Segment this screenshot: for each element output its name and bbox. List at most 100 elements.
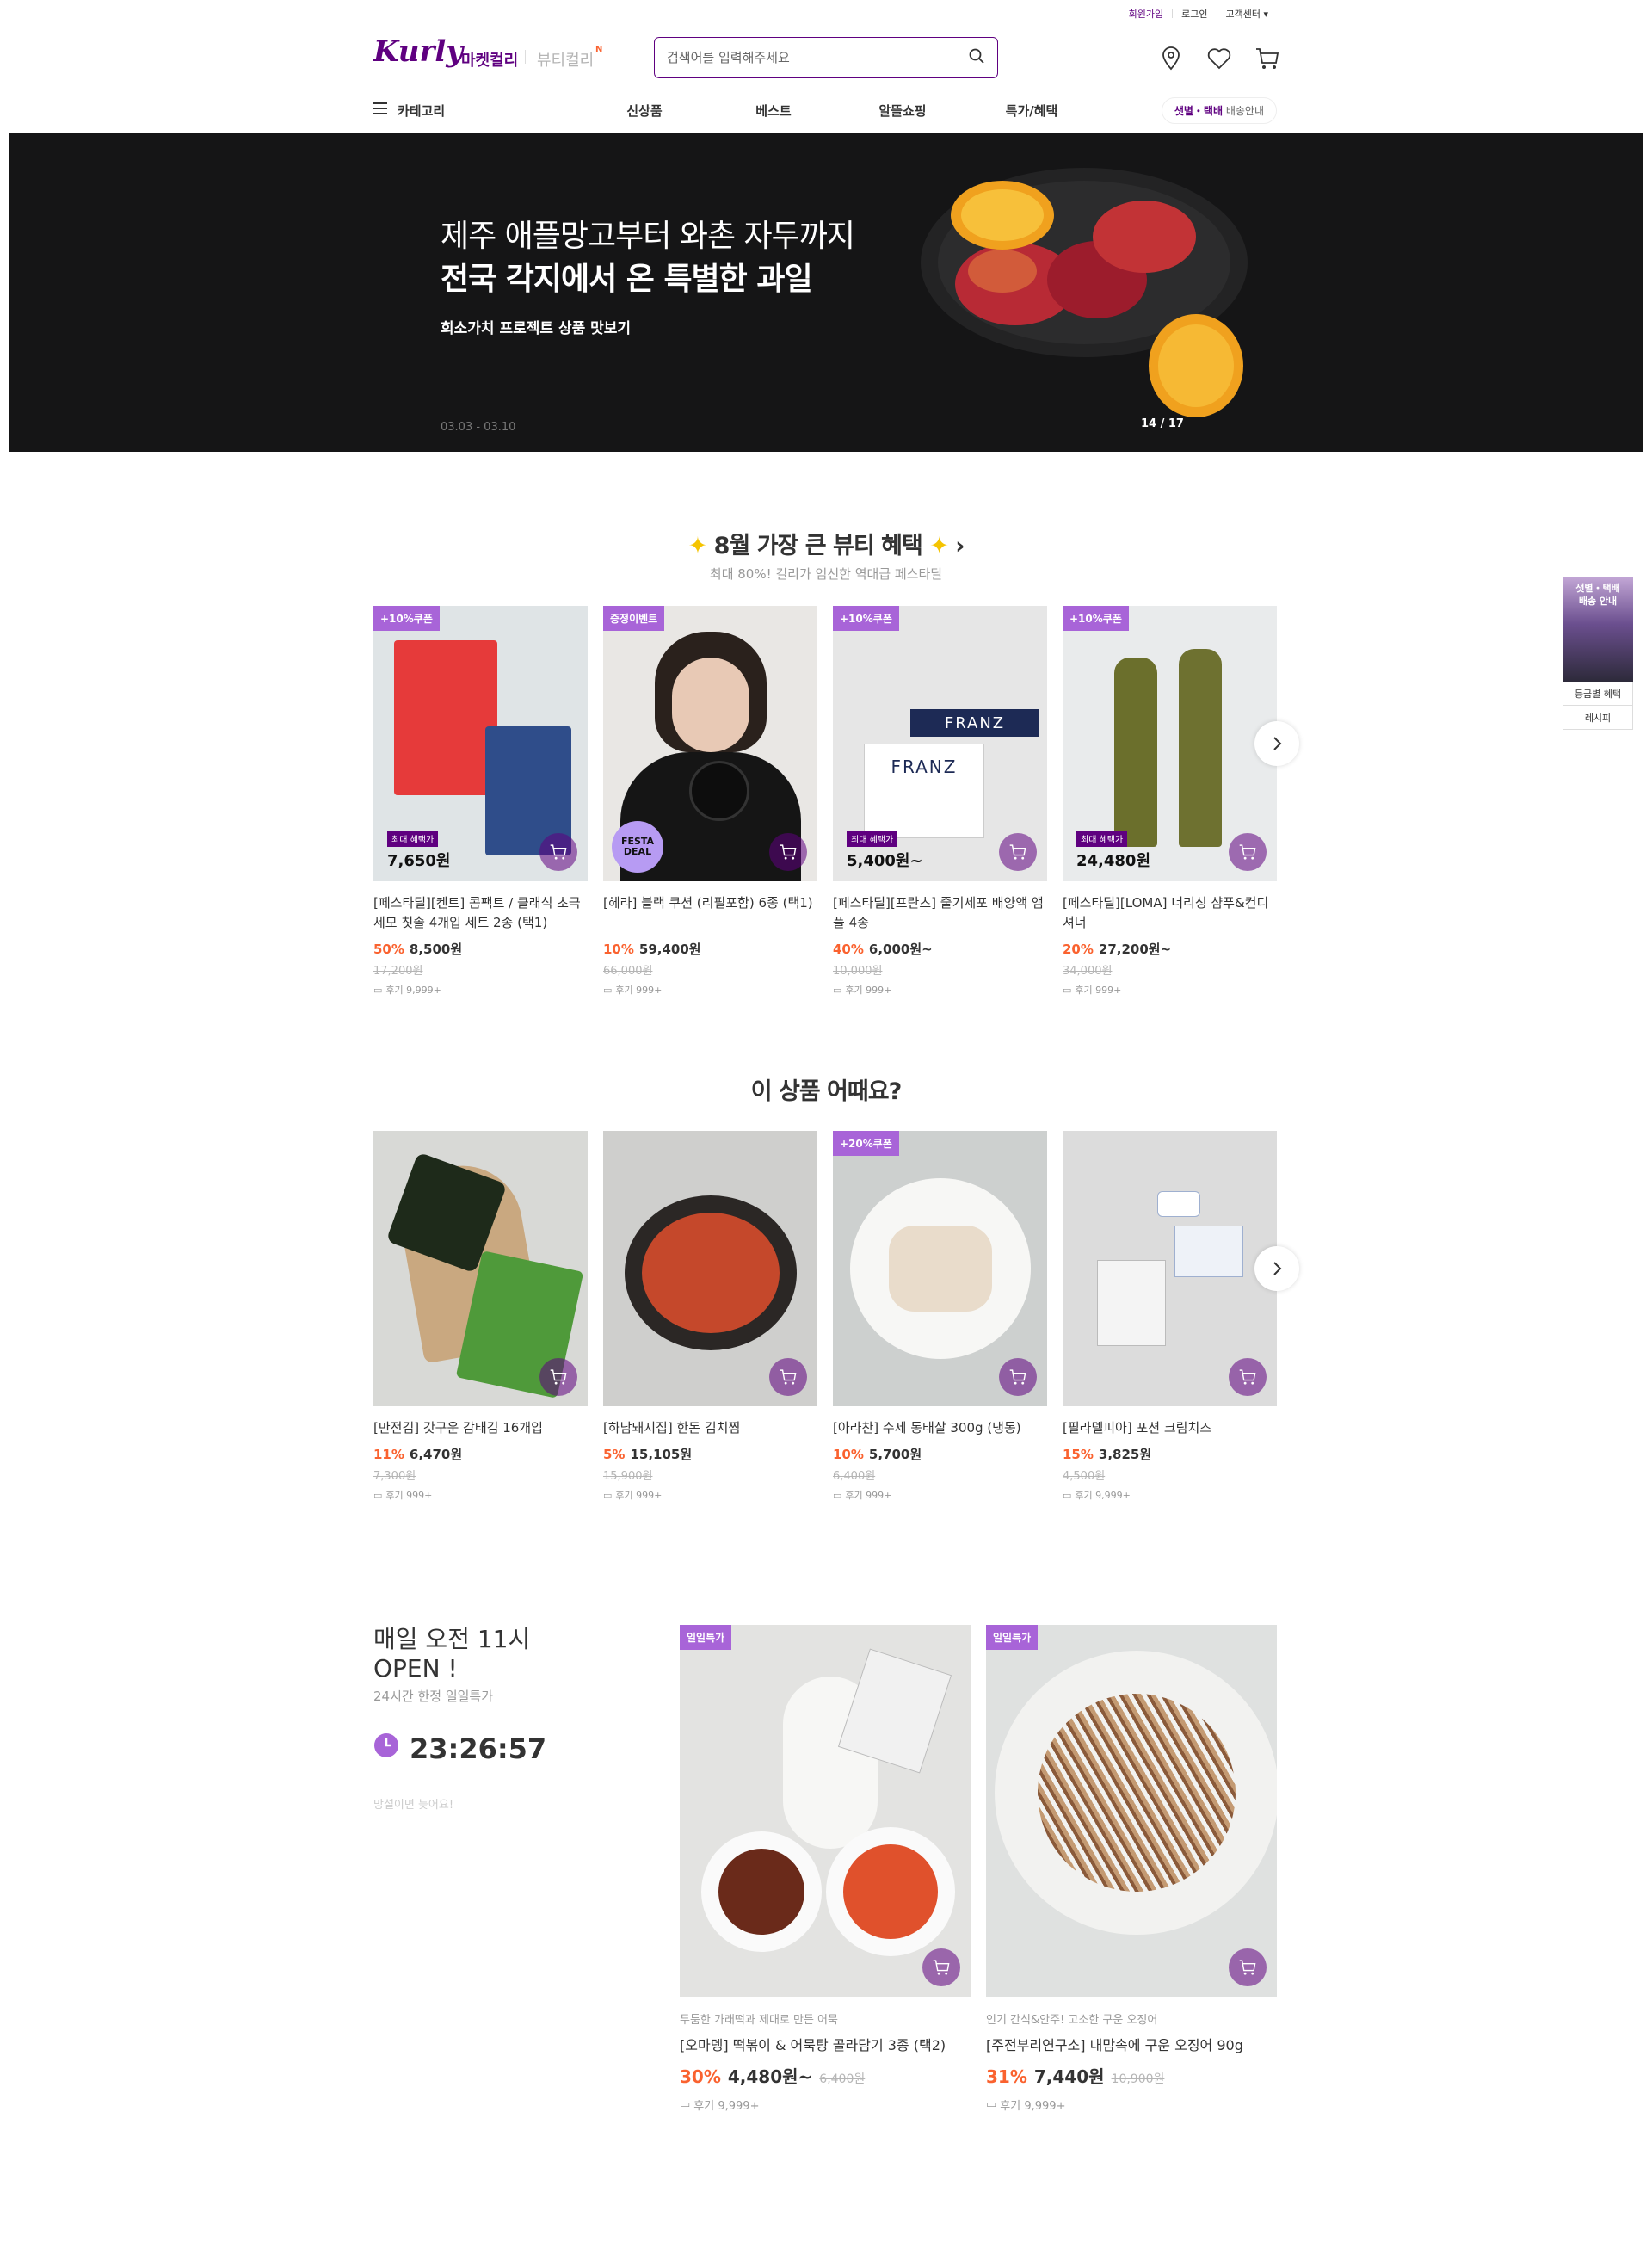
product-name[interactable]: [페스타딜][프란츠] 줄기세포 배양액 앰플 4종 [833,893,1047,933]
recommend-product-row: [만전김] 갓구운 감태김 16개입 11% 6,470원 7,300원 ▭ 후기 … [373,1131,1277,1502]
product-name[interactable]: [페스타딜][켄트] 콤팩트 / 클래식 초극세모 칫솔 4개입 세트 2종 (… [373,893,588,933]
add-to-cart-button[interactable] [1229,833,1267,871]
add-to-cart-button[interactable] [999,833,1037,871]
customer-center-link[interactable]: 고객센터 ▾ [1217,7,1278,21]
category-menu[interactable]: 카테고리 [373,102,580,120]
nav-item-new[interactable]: 신상품 [580,102,709,120]
nav-item-special[interactable]: 특가/혜택 [967,102,1096,120]
mango-image [921,168,1248,417]
discount-rate: 10% [833,1447,864,1462]
product-name[interactable]: [페스타딜][LOMA] 너리싱 샴푸&컨디셔너 [1063,893,1277,933]
original-price: 7,300원 [373,1470,416,1483]
benefit-price-tag: 최대 혜택가 24,480원 [1076,830,1150,871]
market-kurly-tab[interactable]: 마켓컬리 [461,48,518,71]
review-count: ▭ 후기 9,999+ [373,983,588,997]
comment-icon: ▭ [986,2098,997,2111]
beauty-kurly-tab[interactable]: 뷰티컬리 [537,48,594,71]
product-name[interactable]: [주전부리연구소] 내맘속에 구운 오징어 90g [986,2034,1277,2054]
kurly-logo[interactable]: Kurly [373,34,463,69]
review-text: 후기 999+ [845,1490,892,1501]
search-input[interactable] [667,50,968,65]
location-icon[interactable] [1156,43,1187,74]
original-price: 10,000원 [833,965,883,978]
next-arrow-button[interactable] [1254,1246,1299,1291]
product-card[interactable]: FRANZ FRANZ +10%쿠폰 최대 혜택가 5,400원~ [페스타딜]… [833,606,1047,997]
product-image[interactable]: FRANZ FRANZ +10%쿠폰 최대 혜택가 5,400원~ [833,606,1047,881]
add-to-cart-button[interactable] [769,1358,807,1396]
search-icon[interactable] [968,47,985,68]
delivery-info-button[interactable]: 샛별・택배 배송안내 [1161,96,1277,124]
product-name[interactable]: [아라찬] 수제 동태살 300g (냉동) [833,1418,1047,1438]
recipe-button[interactable]: 레시피 [1563,706,1633,730]
product-image[interactable]: +10%쿠폰 최대 혜택가 24,480원 [1063,606,1277,881]
add-to-cart-button[interactable] [1229,1948,1267,1986]
add-to-cart-button[interactable] [999,1358,1037,1396]
nav-item-best[interactable]: 베스트 [709,102,838,120]
product-name[interactable]: [만전김] 갓구운 감태김 16개입 [373,1418,588,1438]
recommend-section-title: 이 상품 어때요? [750,1078,903,1105]
signup-link[interactable]: 회원가입 [1120,7,1172,21]
product-card[interactable]: [만전김] 갓구운 감태김 16개입 11% 6,470원 7,300원 ▭ 후기 … [373,1131,588,1502]
banner-date: 03.03 - 03.10 [441,421,516,434]
main-banner[interactable]: 제주 애플망고부터 와촌 자두까지 전국 각지에서 온 특별한 과일 희소가치 … [9,133,1643,452]
product-card[interactable]: [하남돼지집] 한돈 김치찜 5% 15,105원 15,900원 ▭ 후기 999… [603,1131,817,1502]
product-caption: 인기 간식&안주! 고소한 구운 오징어 [986,2014,1158,2027]
next-arrow-button[interactable] [1254,721,1299,766]
add-to-cart-button[interactable] [1229,1358,1267,1396]
delivery-guide-banner[interactable]: 샛별・택배 배송 안내 [1563,577,1633,682]
product-name[interactable]: [필라델피아] 포션 크림치즈 [1063,1418,1277,1438]
cart-icon[interactable] [1252,43,1283,74]
product-image[interactable]: 일일특가 [986,1625,1277,1997]
discount-rate: 31% [986,2066,1027,2087]
product-image[interactable] [1063,1131,1277,1406]
review-count: ▭ 후기 999+ [1063,983,1277,997]
product-card[interactable]: +10%쿠폰 최대 혜택가 24,480원 [페스타딜][LOMA] 너리싱 샴… [1063,606,1277,997]
festa-deal-badge: FESTA DEAL [612,821,663,873]
dried-squid [1038,1694,1236,1892]
product-card[interactable]: FESTA DEAL 증정이벤트 [헤라] 블랙 쿠션 (리필포함) 6종 (택… [603,606,817,997]
daily-badge: 일일특가 [680,1625,732,1650]
nav-menu: 신상품 베스트 알뜰쇼핑 특가/혜택 [580,102,1096,120]
add-to-cart-button[interactable] [539,833,577,871]
product-card[interactable]: [필라델피아] 포션 크림치즈 15% 3,825원 4,500원 ▭ 후기 9,9… [1063,1131,1277,1502]
add-to-cart-button[interactable] [769,833,807,871]
comment-icon: ▭ [1063,984,1072,996]
review-count: ▭ 후기 999+ [833,983,1047,997]
search-box [654,37,998,78]
product-image[interactable]: FESTA DEAL 증정이벤트 [603,606,817,881]
beauty-section-title[interactable]: ✦ 8월 가장 큰 뷰티 혜택 ✦ › [0,527,1652,560]
daily-product-card[interactable]: 일일특가 두툼한 가래떡과 제대로 만든 어묵 [오마뎅] 떡볶이 & 어묵탕 … [680,1625,971,2113]
daily-deal-title: 매일 오전 11시 OPEN ! [373,1625,530,1683]
grade-benefit-button[interactable]: 등급별 혜택 [1563,682,1633,706]
product-name[interactable]: [하남돼지집] 한돈 김치찜 [603,1418,817,1438]
review-count: ▭ 후기 999+ [833,1488,1047,1502]
benefit-label: 최대 혜택가 [847,831,898,847]
product-image[interactable]: +10%쿠폰 최대 혜택가 7,650원 [373,606,588,881]
heart-icon[interactable] [1204,43,1235,74]
product-card[interactable]: +20%쿠폰 [아라찬] 수제 동태살 300g (냉동) 10% 5,700원 … [833,1131,1047,1502]
benefit-price-tag: 최대 혜택가 5,400원~ [847,830,923,871]
product-image[interactable] [373,1131,588,1406]
discount-rate: 40% [833,942,864,957]
discount-rate: 15% [1063,1447,1094,1462]
product-name[interactable]: [오마뎅] 떡볶이 & 어묵탕 골라담기 3종 (택2) [680,2034,971,2054]
tteokbokki-sauce [718,1849,804,1935]
product-image[interactable]: 일일특가 [680,1625,971,1997]
review-text: 후기 999+ [615,1490,663,1501]
product-card[interactable]: +10%쿠폰 최대 혜택가 7,650원 [페스타딜][켄트] 콤팩트 / 클래… [373,606,588,997]
daily-title-line2: OPEN ! [373,1654,458,1683]
add-to-cart-button[interactable] [922,1948,960,1986]
product-image[interactable]: +20%쿠폰 [833,1131,1047,1406]
daily-product-card[interactable]: 일일특가 인기 간식&안주! 고소한 구운 오징어 [주전부리연구소] 내맘속에… [986,1625,1277,2113]
product-caption: 두툼한 가래떡과 제대로 만든 어묵 [680,2014,838,2027]
product-image[interactable] [603,1131,817,1406]
review-count: ▭ 후기 999+ [373,1488,588,1502]
login-link[interactable]: 로그인 [1173,7,1216,21]
add-to-cart-button[interactable] [539,1358,577,1396]
original-price: 10,900원 [1111,2072,1165,2086]
comment-icon: ▭ [373,984,383,996]
product-name[interactable]: [헤라] 블랙 쿠션 (리필포함) 6종 (택1) [603,893,817,933]
nav-item-bargain[interactable]: 알뜰쇼핑 [838,102,967,120]
review-count: ▭ 후기 999+ [603,983,817,997]
discount-rate: 20% [1063,942,1094,957]
